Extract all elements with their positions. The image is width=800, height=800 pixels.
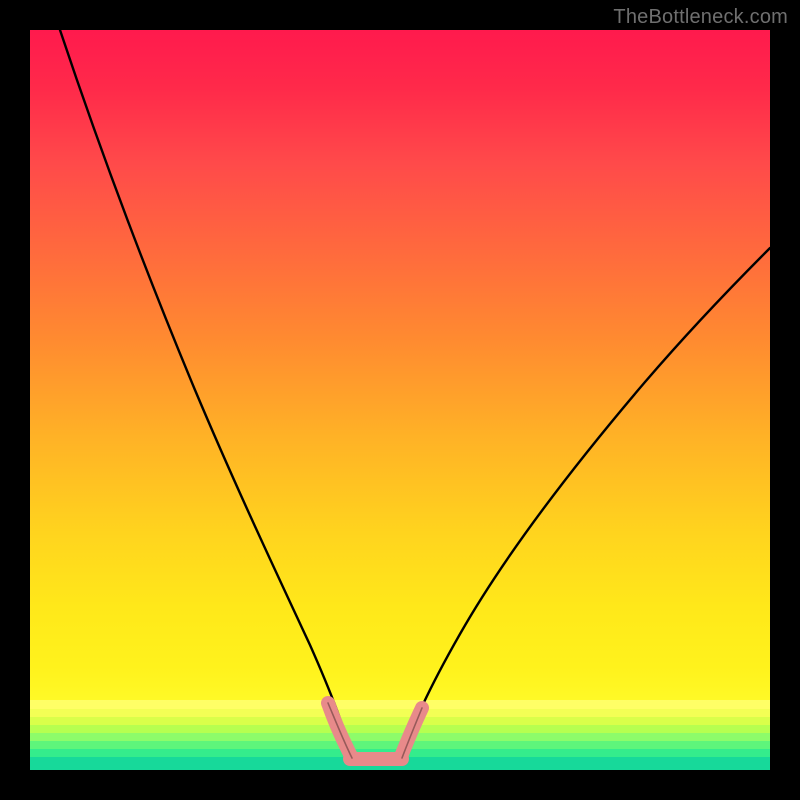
left-curve xyxy=(60,30,352,758)
right-curve xyxy=(402,248,770,758)
chart-frame: TheBottleneck.com xyxy=(0,0,800,800)
watermark-text: TheBottleneck.com xyxy=(613,6,788,29)
curve-layer xyxy=(30,30,770,770)
plot-area xyxy=(30,30,770,770)
